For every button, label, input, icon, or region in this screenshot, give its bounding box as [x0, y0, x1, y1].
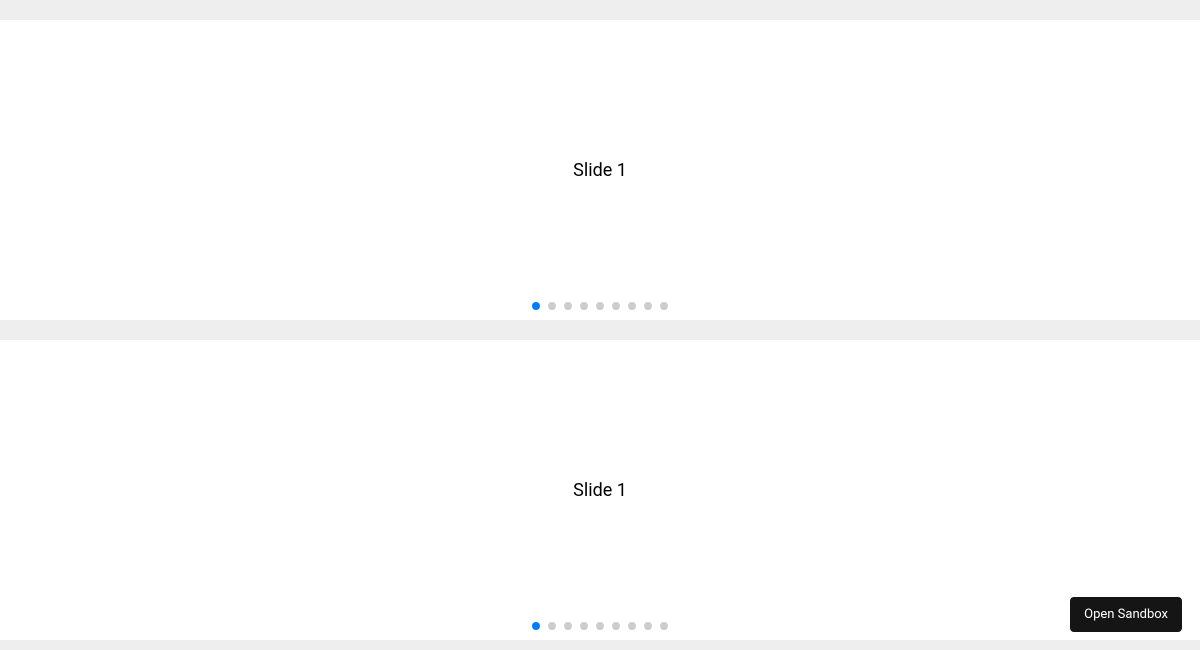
pagination-bullet[interactable] — [660, 302, 668, 310]
pagination-bullet[interactable] — [532, 302, 540, 310]
carousel-1[interactable]: Slide 1 — [0, 20, 1200, 320]
slide-content: Slide 1 — [0, 20, 1200, 320]
pagination-bullet[interactable] — [548, 622, 556, 630]
carousel-2[interactable]: Slide 1 — [0, 340, 1200, 640]
slide-label: Slide 1 — [573, 480, 627, 501]
slide-content: Slide 1 — [0, 340, 1200, 640]
pagination-1 — [0, 302, 1200, 310]
pagination-bullet[interactable] — [564, 302, 572, 310]
pagination-bullet[interactable] — [548, 302, 556, 310]
pagination-bullet[interactable] — [564, 622, 572, 630]
slide-label: Slide 1 — [573, 160, 627, 181]
pagination-bullet[interactable] — [612, 302, 620, 310]
pagination-bullet[interactable] — [612, 622, 620, 630]
pagination-2 — [0, 622, 1200, 630]
pagination-bullet[interactable] — [596, 622, 604, 630]
pagination-bullet[interactable] — [628, 622, 636, 630]
pagination-bullet[interactable] — [596, 302, 604, 310]
pagination-bullet[interactable] — [628, 302, 636, 310]
pagination-bullet[interactable] — [532, 622, 540, 630]
pagination-bullet[interactable] — [644, 302, 652, 310]
pagination-bullet[interactable] — [580, 622, 588, 630]
pagination-bullet[interactable] — [660, 622, 668, 630]
open-sandbox-button[interactable]: Open Sandbox — [1070, 597, 1182, 632]
pagination-bullet[interactable] — [644, 622, 652, 630]
pagination-bullet[interactable] — [580, 302, 588, 310]
